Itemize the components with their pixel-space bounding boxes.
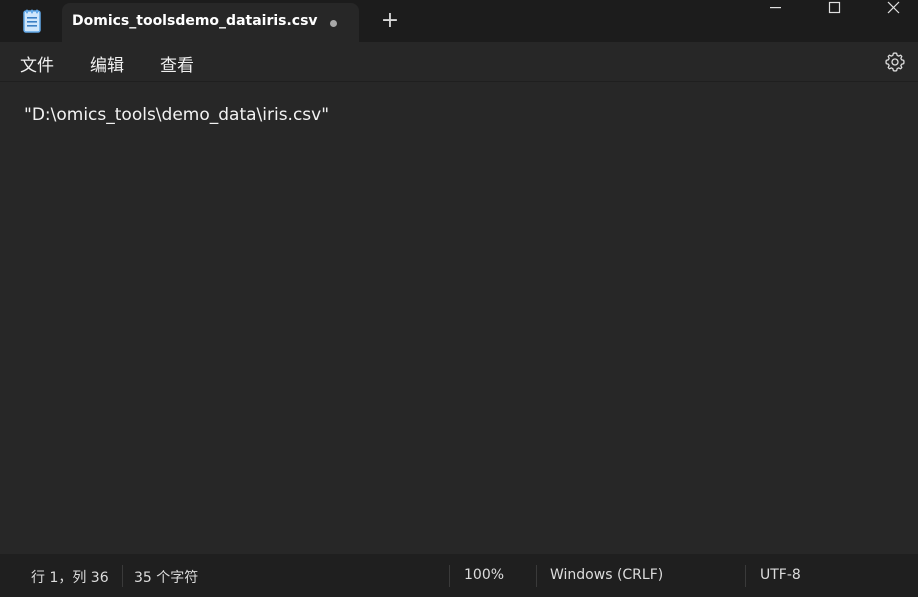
- notepad-window: Domics_toolsdemo_datairis.csv + 文件 编辑 查看…: [0, 0, 918, 597]
- status-divider: [449, 565, 450, 587]
- unsaved-dot-icon[interactable]: [330, 20, 337, 27]
- status-divider: [745, 565, 746, 587]
- status-divider: [536, 565, 537, 587]
- status-divider: [122, 565, 123, 587]
- line-ending[interactable]: Windows (CRLF): [550, 567, 663, 583]
- zoom-level[interactable]: 100%: [464, 567, 504, 583]
- title-bar: Domics_toolsdemo_datairis.csv +: [0, 0, 918, 42]
- notepad-icon: [23, 9, 41, 33]
- status-bar: 行 1，列 36 35 个字符 100% Windows (CRLF) UTF-…: [0, 554, 918, 597]
- menu-file[interactable]: 文件: [20, 51, 54, 76]
- editor-content[interactable]: "D:\omics_tools\demo_data\iris.csv": [24, 105, 329, 125]
- maximize-icon[interactable]: [812, 0, 858, 18]
- minimize-icon[interactable]: [752, 0, 798, 18]
- menu-edit[interactable]: 编辑: [90, 51, 124, 76]
- cursor-position: 行 1，列 36: [31, 570, 109, 586]
- gear-icon[interactable]: [884, 51, 906, 73]
- close-icon[interactable]: [871, 0, 917, 18]
- new-tab-button[interactable]: +: [377, 10, 403, 34]
- document-tab[interactable]: Domics_toolsdemo_datairis.csv: [62, 3, 359, 42]
- tab-title: Domics_toolsdemo_datairis.csv: [72, 13, 318, 29]
- encoding[interactable]: UTF-8: [760, 567, 801, 583]
- menu-bar: 文件 编辑 查看: [0, 42, 918, 82]
- text-editor[interactable]: "D:\omics_tools\demo_data\iris.csv": [0, 83, 918, 554]
- character-count: 35 个字符: [134, 570, 199, 586]
- menu-view[interactable]: 查看: [160, 51, 194, 76]
